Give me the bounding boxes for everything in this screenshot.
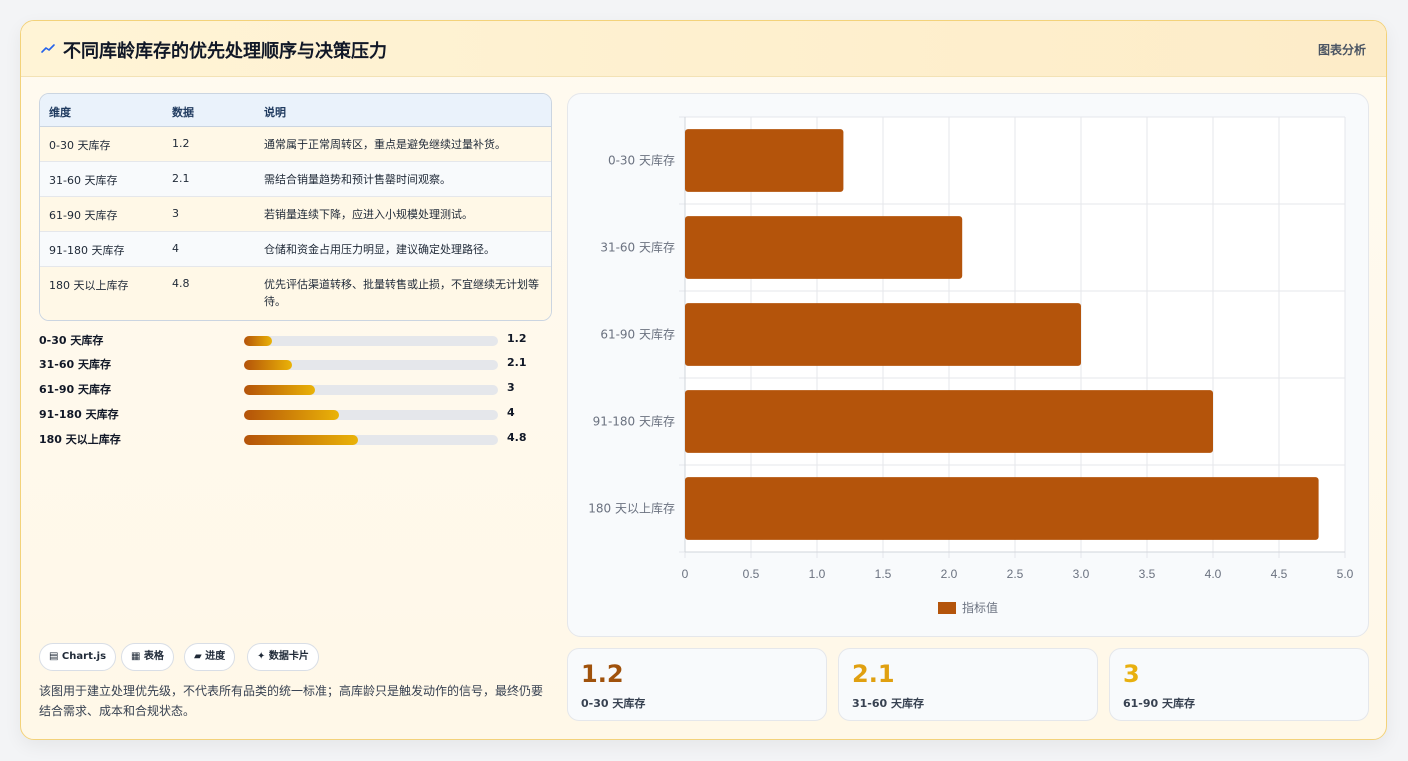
legend-label: 指标值: [962, 600, 998, 615]
x-tick-label: 0: [682, 567, 689, 581]
legend-swatch: [938, 602, 956, 614]
chart-line-icon: [41, 44, 55, 53]
y-tick-label: 180 天以上库存: [588, 501, 675, 516]
progress-track: [244, 385, 498, 395]
progress-value: 2.1: [507, 356, 527, 369]
table-header: 维度 数据 说明: [40, 94, 551, 127]
bar: [685, 129, 844, 192]
cell-description: 通常属于正常周转区，重点是避免继续过量补货。: [264, 138, 506, 151]
table-row: 61-90 天库存 3 若销量连续下降，应进入小规模处理测试。: [40, 197, 551, 232]
progress-row: 91-180 天库存 4: [39, 406, 552, 426]
progress-label: 31-60 天库存: [39, 358, 112, 371]
progress-row: 180 天以上库存 4.8: [39, 431, 552, 451]
cell-value: 3: [172, 207, 179, 220]
column-header-description: 说明: [264, 106, 286, 119]
progress-row: 61-90 天库存 3: [39, 381, 552, 401]
kpi-label: 0-30 天库存: [581, 697, 646, 710]
kpi-value: 1.2: [581, 660, 624, 688]
progress-track: [244, 410, 498, 420]
table-row: 0-30 天库存 1.2 通常属于正常周转区，重点是避免继续过量补货。: [40, 127, 551, 162]
column-header-data: 数据: [172, 106, 194, 119]
dashboard-card: 不同库龄库存的优先处理顺序与决策压力 图表分析 维度 数据 说明 0-30 天库…: [20, 20, 1387, 740]
table-row: 180 天以上库存 4.8 优先评估渠道转移、批量转售或止损，不宜继续无计划等待…: [40, 267, 551, 320]
cell-dimension: 91-180 天库存: [49, 244, 125, 257]
x-tick-label: 4.5: [1271, 567, 1288, 581]
progress-row: 31-60 天库存 2.1: [39, 356, 552, 376]
y-tick-label: 31-60 天库存: [600, 240, 675, 255]
cell-value: 1.2: [172, 137, 190, 150]
cell-value: 2.1: [172, 172, 190, 185]
progress-fill: [244, 435, 359, 445]
cell-value: 4.8: [172, 277, 190, 290]
cell-description: 若销量连续下降，应进入小规模处理测试。: [264, 208, 473, 221]
cell-description: 仓储和资金占用压力明显，建议确定处理路径。: [264, 243, 495, 256]
tag-chartjs[interactable]: ▤ Chart.js: [39, 643, 117, 671]
progress-fill: [244, 336, 272, 346]
cell-dimension: 31-60 天库存: [49, 174, 118, 187]
footnote: 该图用于建立处理优先级，不代表所有品类的统一标准；高库龄只是触发动作的信号，最终…: [39, 684, 544, 718]
progress-label: 180 天以上库存: [39, 433, 121, 446]
kpi-label: 31-60 天库存: [852, 697, 925, 710]
x-tick-label: 3.5: [1139, 567, 1156, 581]
cell-description: 需结合销量趋势和预计售罄时间观察。: [264, 173, 451, 186]
progress-track: [244, 360, 498, 370]
bar: [685, 477, 1319, 540]
y-tick-label: 0-30 天库存: [608, 153, 675, 168]
kpi-label: 61-90 天库存: [1123, 697, 1196, 710]
column-header-dimension: 维度: [49, 106, 71, 119]
card-header: 不同库龄库存的优先处理顺序与决策压力 图表分析: [21, 21, 1386, 77]
kpi-card: 2.1 31-60 天库存: [838, 648, 1098, 721]
cell-description: 优先评估渠道转移、批量转售或止损，不宜继续无计划等待。: [264, 278, 539, 308]
x-tick-label: 5.0: [1337, 567, 1354, 581]
tag-table[interactable]: ▦ 表格: [121, 643, 174, 671]
cell-dimension: 61-90 天库存: [49, 209, 118, 222]
progress-fill: [244, 385, 316, 395]
x-tick-label: 0.5: [743, 567, 760, 581]
kpi-value: 2.1: [852, 660, 895, 688]
cell-dimension: 180 天以上库存: [49, 279, 129, 292]
kpi-card: 3 61-90 天库存: [1109, 648, 1369, 721]
progress-track: [244, 336, 498, 346]
progress-label: 91-180 天库存: [39, 408, 119, 421]
table-row: 91-180 天库存 4 仓储和资金占用压力明显，建议确定处理路径。: [40, 232, 551, 267]
x-tick-label: 2.5: [1007, 567, 1024, 581]
bar-chart-panel: 0 0.5 1.0 1.5 2.0 2.5 3.0 3.5 4.0 4.5 5.0 0-30 天库存 3…: [567, 93, 1369, 637]
tag-data-card[interactable]: ✦ 数据卡片: [247, 643, 319, 671]
progress-value: 4.8: [507, 431, 527, 444]
progress-label: 61-90 天库存: [39, 383, 112, 396]
x-tick-label: 1.0: [809, 567, 826, 581]
y-tick-label: 91-180 天库存: [593, 414, 675, 429]
progress-value: 1.2: [507, 332, 527, 345]
progress-fill: [244, 360, 293, 370]
bar-chart: 0 0.5 1.0 1.5 2.0 2.5 3.0 3.5 4.0 4.5 5.0 0-30 天库存 3…: [588, 116, 1354, 615]
x-tick-label: 2.0: [941, 567, 958, 581]
x-tick-label: 1.5: [875, 567, 892, 581]
page-title: 不同库龄库存的优先处理顺序与决策压力: [63, 41, 387, 62]
y-tick-label: 61-90 天库存: [600, 327, 675, 342]
tag-progress[interactable]: ▰ 进度: [184, 643, 236, 671]
data-table: 维度 数据 说明 0-30 天库存 1.2 通常属于正常周转区，重点是避免继续过…: [39, 93, 552, 321]
progress-row: 0-30 天库存 1.2: [39, 332, 552, 352]
progress-label: 0-30 天库存: [39, 334, 104, 347]
progress-track: [244, 435, 498, 445]
x-tick-label: 3.0: [1073, 567, 1090, 581]
chart-analysis-link[interactable]: 图表分析: [1318, 41, 1366, 58]
bar: [685, 303, 1081, 366]
progress-fill: [244, 410, 340, 420]
table-row: 31-60 天库存 2.1 需结合销量趋势和预计售罄时间观察。: [40, 162, 551, 197]
cell-value: 4: [172, 242, 179, 255]
progress-value: 4: [507, 406, 515, 419]
kpi-value: 3: [1123, 660, 1140, 688]
x-tick-label: 4.0: [1205, 567, 1222, 581]
cell-dimension: 0-30 天库存: [49, 139, 111, 152]
kpi-card: 1.2 0-30 天库存: [567, 648, 827, 721]
progress-value: 3: [507, 381, 515, 394]
bar: [685, 216, 963, 279]
bar: [685, 390, 1213, 453]
